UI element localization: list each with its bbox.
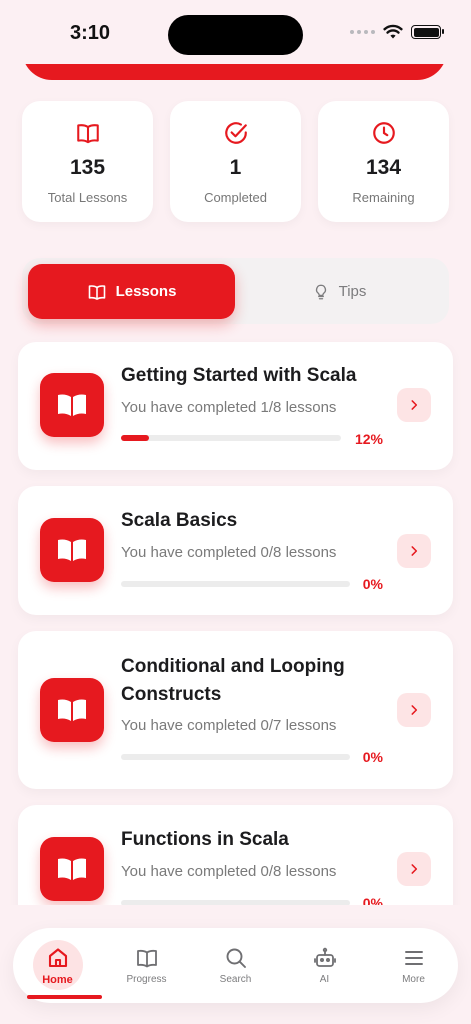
lesson-subtitle: You have completed 0/8 lessons — [121, 863, 337, 880]
tab-progress[interactable]: Progress — [102, 928, 191, 1003]
open-book-icon — [40, 837, 104, 901]
tab-lessons-label: Lessons — [115, 283, 177, 300]
tab-progress-label: Progress — [126, 974, 167, 985]
lesson-title: Conditional and Looping Constructs — [121, 656, 345, 705]
check-circle-icon — [224, 122, 247, 144]
tab-lessons[interactable]: Lessons — [28, 264, 235, 319]
tab-search-label: Search — [219, 974, 252, 985]
active-tab-indicator — [27, 995, 102, 999]
home-icon — [48, 947, 67, 967]
stat-label: Total Lessons — [47, 190, 128, 205]
lesson-progress-percent: 0% — [362, 576, 383, 592]
lesson-progress-bar — [121, 581, 350, 587]
tab-tips[interactable]: Tips — [235, 264, 443, 319]
stat-value: 135 — [69, 156, 106, 179]
lesson-card[interactable]: Getting Started with Scala You have comp… — [18, 342, 453, 470]
book-icon — [88, 284, 105, 300]
lesson-subtitle: You have completed 0/7 lessons — [121, 717, 337, 734]
stat-label: Completed — [204, 190, 267, 205]
book-icon — [76, 124, 99, 144]
chevron-right-icon — [411, 864, 418, 874]
lesson-open-button[interactable] — [397, 852, 431, 886]
lessons-tips-switch: Lessons Tips — [22, 258, 449, 324]
signal-icon — [350, 30, 375, 34]
robot-icon — [313, 947, 336, 967]
tab-ai[interactable]: AI — [280, 928, 369, 1003]
lesson-open-button[interactable] — [397, 693, 431, 727]
dynamic-island — [168, 15, 303, 55]
lesson-title: Getting Started with Scala — [121, 365, 357, 386]
chevron-right-icon — [411, 400, 418, 410]
lesson-open-button[interactable] — [397, 534, 431, 568]
tab-search[interactable]: Search — [191, 928, 280, 1003]
stat-label: Remaining — [352, 190, 415, 205]
bottom-tab-bar: Home Progress Search AI More — [13, 928, 458, 1003]
tab-more[interactable]: More — [369, 928, 458, 1003]
lesson-progress-percent: 0% — [362, 749, 383, 765]
status-time: 3:10 — [70, 22, 111, 44]
lesson-subtitle: You have completed 1/8 lessons — [121, 399, 337, 416]
wifi-icon — [383, 24, 403, 39]
status-icons — [350, 24, 444, 40]
stat-value: 134 — [365, 156, 402, 179]
lesson-card[interactable]: Conditional and Looping Constructs You h… — [18, 631, 453, 789]
tab-ai-label: AI — [319, 974, 330, 985]
chevron-right-icon — [411, 705, 418, 715]
book-icon — [136, 949, 157, 968]
open-book-icon — [40, 518, 104, 582]
tab-home[interactable]: Home — [13, 928, 102, 1003]
lesson-progress-bar — [121, 435, 341, 441]
search-icon — [226, 948, 246, 968]
stat-card-remaining: 134 Remaining — [318, 101, 449, 222]
status-bar: 3:10 — [0, 0, 471, 64]
lightbulb-icon — [315, 284, 326, 299]
lesson-title: Functions in Scala — [121, 829, 289, 850]
stat-card-completed: 1 Completed — [170, 101, 301, 222]
clock-icon — [372, 122, 395, 144]
chevron-right-icon — [411, 546, 418, 556]
open-book-icon — [40, 373, 104, 437]
menu-icon — [404, 951, 423, 965]
lesson-progress-bar — [121, 754, 350, 760]
open-book-icon — [40, 678, 104, 742]
lesson-title: Scala Basics — [121, 510, 238, 531]
lesson-subtitle: You have completed 0/8 lessons — [121, 544, 337, 561]
tab-more-label: More — [402, 974, 425, 985]
stat-card-total: 135 Total Lessons — [22, 101, 153, 222]
tab-tips-label: Tips — [338, 283, 367, 300]
battery-icon — [411, 25, 444, 39]
stat-value: 1 — [229, 156, 242, 179]
lesson-card[interactable]: Scala Basics You have completed 0/8 less… — [18, 486, 453, 615]
lesson-open-button[interactable] — [397, 388, 431, 422]
tab-home-label: Home — [42, 973, 73, 986]
lesson-progress-percent: 12% — [354, 431, 383, 447]
